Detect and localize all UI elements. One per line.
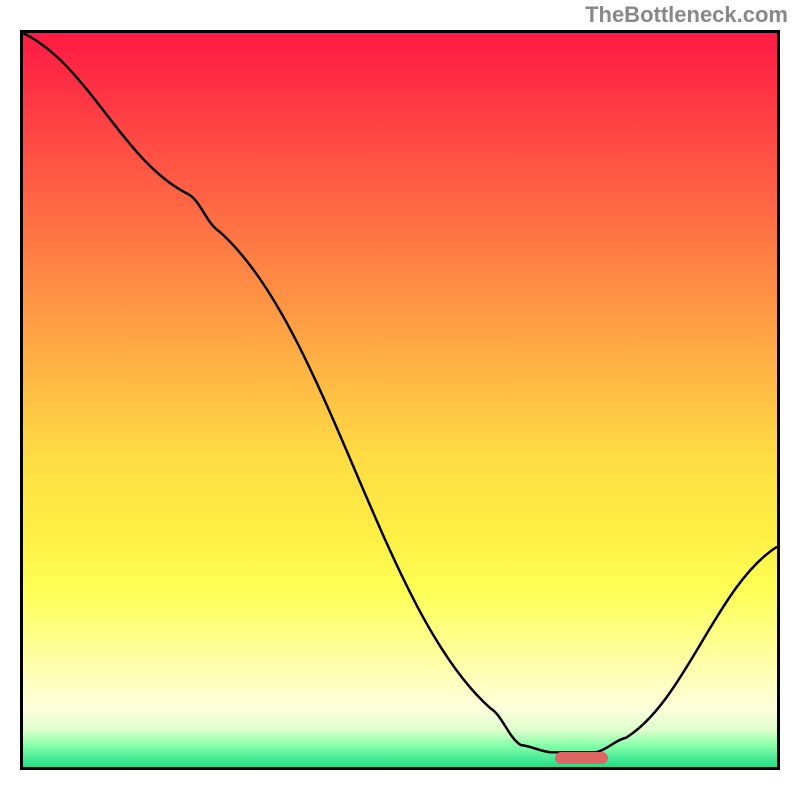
chart-optimal-marker	[555, 752, 608, 764]
watermark-text: TheBottleneck.com	[585, 2, 788, 28]
chart-curve-line	[23, 33, 777, 752]
chart-svg	[23, 33, 777, 767]
chart-plot-area	[20, 30, 780, 770]
